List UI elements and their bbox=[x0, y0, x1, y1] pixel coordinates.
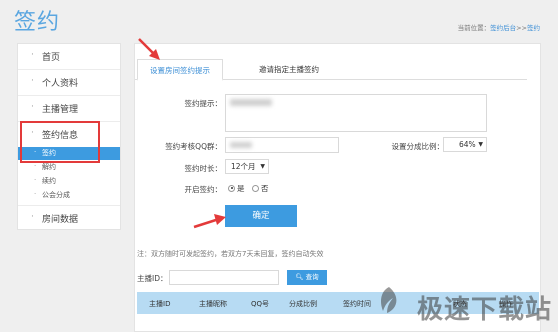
page-title: 签约 bbox=[14, 10, 61, 35]
th-qq: QQ号 bbox=[251, 300, 270, 308]
th-streamer-id: 主播ID bbox=[149, 300, 171, 308]
breadcrumb-current: 签约 bbox=[527, 24, 540, 32]
sidebar-subitem-label: 公会分成 bbox=[42, 191, 70, 199]
enable-label: 开启签约： bbox=[184, 185, 223, 194]
breadcrumb-link[interactable]: 签约后台 bbox=[490, 24, 516, 32]
blurred-text bbox=[230, 99, 272, 106]
bullet-icon: · bbox=[31, 76, 34, 86]
confirm-button[interactable]: 确定 bbox=[225, 205, 297, 227]
sidebar-item-label: 首页 bbox=[42, 53, 61, 63]
caret-down-icon: ▼ bbox=[260, 163, 265, 170]
ratio-value: 64% bbox=[459, 140, 476, 149]
sidebar-subitem-guild-share[interactable]: · 公会分成 bbox=[18, 189, 120, 202]
th-ratio: 分成比例 bbox=[289, 300, 317, 308]
search-button-label: 查询 bbox=[305, 273, 319, 281]
bullet-icon: · bbox=[31, 212, 34, 222]
sidebar-item-home[interactable]: · 首页 bbox=[18, 44, 120, 70]
ratio-label: 设置分成比例： bbox=[391, 142, 445, 151]
arrow-to-confirm-icon bbox=[193, 214, 226, 229]
radio-no-label: 否 bbox=[261, 184, 269, 193]
bullet-icon: · bbox=[34, 190, 37, 198]
breadcrumb-prefix: 当前位置： bbox=[457, 24, 491, 32]
sidebar-subitem-renew[interactable]: · 续约 bbox=[18, 175, 120, 188]
duration-value: 12个月 bbox=[231, 162, 256, 171]
blurred-text bbox=[230, 142, 252, 148]
streamer-id-input[interactable] bbox=[169, 270, 279, 285]
search-button[interactable]: 🔍︎ 查询 bbox=[287, 270, 327, 285]
tip-textarea[interactable] bbox=[225, 94, 487, 132]
highlight-box bbox=[20, 121, 100, 163]
duration-label: 签约时长： bbox=[184, 164, 223, 173]
tab-bar: 设置房间签约提示 邀请指定主播签约 bbox=[135, 59, 527, 81]
radio-yes[interactable]: 是 bbox=[228, 183, 245, 194]
sidebar-item-streamers[interactable]: · 主播管理 bbox=[18, 96, 120, 122]
search-icon: 🔍︎ bbox=[295, 273, 304, 281]
sidebar-subitem-label: 解约 bbox=[42, 163, 56, 171]
th-sign-time: 签约时间 bbox=[343, 300, 371, 308]
sidebar-item-profile[interactable]: · 个人资料 bbox=[18, 70, 120, 96]
watermark-text: 极速下载站 bbox=[416, 295, 552, 325]
sidebar-item-label: 主播管理 bbox=[42, 105, 79, 115]
bullet-icon: · bbox=[31, 50, 34, 60]
tab-invite-streamer[interactable]: 邀请指定主播签约 bbox=[243, 59, 335, 80]
th-nickname: 主播昵称 bbox=[199, 300, 227, 308]
sidebar-item-room-data[interactable]: · 房间数据 bbox=[18, 205, 120, 231]
breadcrumb-sep: >> bbox=[516, 24, 527, 32]
duration-select[interactable]: 12个月 ▼ bbox=[225, 159, 269, 174]
arrow-to-tab-icon bbox=[138, 38, 160, 60]
sidebar-item-label: 房间数据 bbox=[42, 215, 79, 225]
note-text: 注：双方随时可发起签约，若双方7天未回复，签约自动失效 bbox=[137, 250, 324, 258]
bullet-icon: · bbox=[34, 176, 37, 184]
ratio-select[interactable]: 64% ▼ bbox=[443, 137, 487, 152]
qq-group-label: 签约考核QQ群： bbox=[165, 142, 222, 151]
page-header: 签约 当前位置：签约后台>>签约 bbox=[0, 0, 558, 38]
streamer-id-label: 主播ID： bbox=[137, 274, 168, 283]
breadcrumb: 当前位置：签约后台>>签约 bbox=[458, 22, 540, 32]
radio-dot-icon bbox=[228, 184, 235, 192]
sidebar-item-label: 个人资料 bbox=[42, 79, 79, 89]
bullet-icon: · bbox=[31, 102, 34, 112]
tip-label: 签约提示： bbox=[184, 99, 223, 108]
watermark-logo-icon bbox=[381, 287, 397, 313]
qq-group-input[interactable] bbox=[225, 137, 339, 153]
bullet-icon: · bbox=[34, 162, 37, 170]
radio-yes-label: 是 bbox=[237, 184, 245, 193]
caret-down-icon: ▼ bbox=[478, 141, 483, 148]
radio-no[interactable]: 否 bbox=[252, 183, 269, 194]
sidebar-subitem-label: 续约 bbox=[42, 177, 56, 185]
radio-dot-icon bbox=[252, 184, 259, 192]
